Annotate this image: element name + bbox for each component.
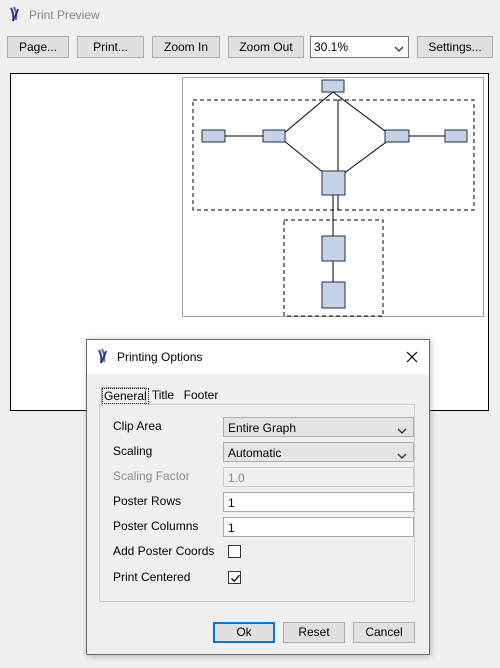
app-logo-icon: [97, 348, 111, 367]
chevron-down-icon: [397, 424, 407, 438]
tab-footer-label: Footer: [183, 388, 219, 402]
zoom-out-button[interactable]: Zoom Out: [228, 36, 304, 58]
chevron-down-icon: [397, 449, 407, 463]
close-icon[interactable]: [405, 350, 419, 364]
poster-columns-label: Poster Columns: [113, 519, 199, 533]
add-poster-coords-label: Add Poster Coords: [113, 544, 215, 558]
app-logo-icon: [9, 6, 23, 25]
print-centered-label: Print Centered: [113, 570, 191, 584]
reset-button[interactable]: Reset: [283, 622, 345, 643]
print-button[interactable]: Print...: [77, 36, 144, 58]
tab-title[interactable]: Title: [150, 387, 176, 405]
tab-general[interactable]: General: [101, 387, 149, 405]
window-title: Print Preview: [29, 8, 100, 22]
chevron-down-icon: [394, 42, 404, 56]
cancel-button[interactable]: Cancel: [353, 622, 415, 643]
ok-button[interactable]: Ok: [213, 622, 275, 643]
clip-area-label: Clip Area: [113, 419, 162, 433]
scaling-label: Scaling: [113, 444, 153, 458]
dialog-title-bar: Printing Options: [87, 340, 429, 374]
scaling-select[interactable]: Automatic: [223, 442, 414, 462]
clip-area-value: Entire Graph: [228, 421, 297, 435]
tab-general-label: General: [102, 388, 149, 404]
poster-rows-value: 1: [228, 496, 235, 510]
zoom-level-value: 30.1%: [314, 40, 349, 54]
tab-title-label: Title: [151, 388, 175, 402]
zoom-in-button[interactable]: Zoom In: [152, 36, 220, 58]
graph-diagram: [192, 79, 475, 317]
page-button[interactable]: Page...: [7, 36, 69, 58]
dialog-title: Printing Options: [117, 350, 203, 364]
clip-area-select[interactable]: Entire Graph: [223, 417, 414, 437]
scaling-value: Automatic: [228, 446, 282, 460]
scaling-factor-field: 1.0: [223, 467, 414, 487]
add-poster-coords-checkbox[interactable]: [228, 545, 241, 558]
printing-options-dialog: Printing Options General Title Footer Cl…: [86, 339, 430, 655]
scaling-factor-label: Scaling Factor: [113, 469, 190, 483]
print-centered-checkbox[interactable]: [228, 571, 241, 584]
general-tab-panel: Clip Area Entire Graph Scaling Automatic…: [99, 404, 415, 602]
settings-button[interactable]: Settings...: [417, 36, 493, 58]
scaling-factor-value: 1.0: [228, 471, 245, 485]
poster-rows-label: Poster Rows: [113, 494, 182, 508]
tab-footer[interactable]: Footer: [182, 387, 220, 405]
zoom-level-select[interactable]: 30.1%: [310, 36, 409, 58]
graph-preview: [182, 77, 484, 317]
poster-columns-field[interactable]: 1: [223, 517, 414, 537]
check-icon: [231, 574, 240, 583]
poster-columns-value: 1: [228, 521, 235, 535]
window-title-bar: Print Preview: [0, 0, 500, 30]
poster-rows-field[interactable]: 1: [223, 492, 414, 512]
